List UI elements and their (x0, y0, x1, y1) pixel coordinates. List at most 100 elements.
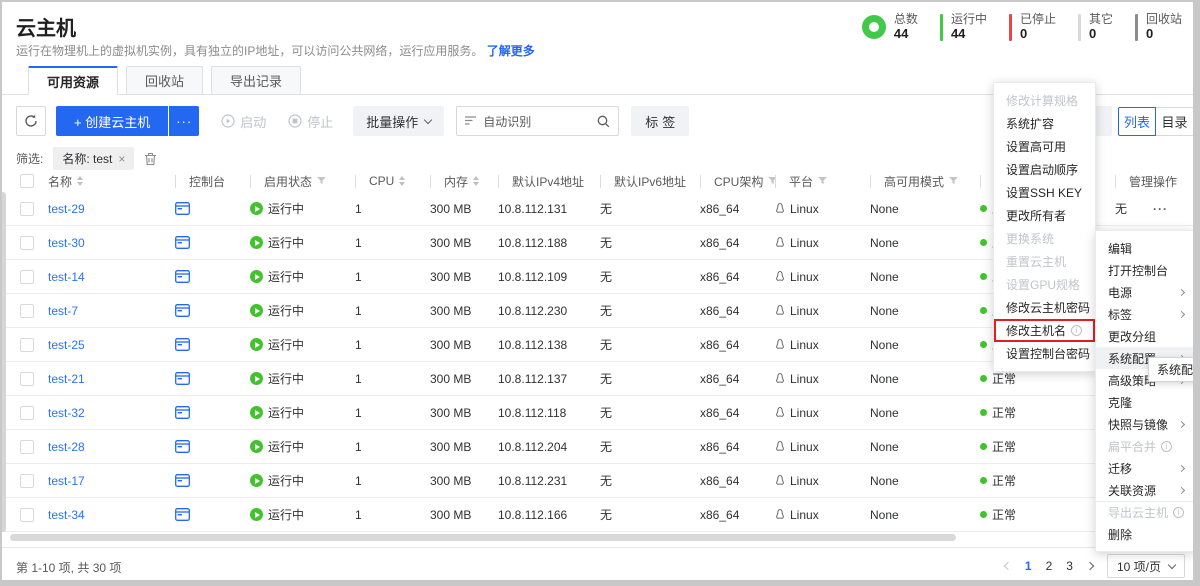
console-icon[interactable] (175, 304, 190, 317)
console-icon[interactable] (175, 270, 190, 283)
menu-item[interactable]: 电源 (1096, 281, 1194, 303)
page-number[interactable]: 3 (1066, 559, 1073, 573)
chip-close-icon[interactable]: × (118, 152, 125, 166)
batch-operations-button[interactable]: 批量操作 (353, 106, 444, 136)
menu-item-label: 删除 (1108, 526, 1132, 543)
column-memory[interactable]: 内存 (430, 173, 498, 190)
menu-item[interactable]: 设置高可用 (994, 135, 1095, 158)
row-checkbox[interactable] (20, 236, 34, 250)
normal-state-icon (980, 205, 987, 212)
menu-item[interactable]: 更改分组 (1096, 325, 1194, 347)
row-checkbox[interactable] (20, 304, 34, 318)
cpu-value: 1 (355, 474, 430, 488)
menu-item[interactable]: 打开控制台 (1096, 259, 1194, 281)
console-icon[interactable] (175, 508, 190, 521)
console-icon[interactable] (175, 372, 190, 385)
menu-item[interactable]: 修改计算规格 (994, 89, 1095, 112)
horizontal-scrollbar[interactable] (10, 534, 956, 541)
start-button[interactable]: 启动 (221, 112, 266, 131)
vm-name-link[interactable]: test-25 (48, 338, 85, 352)
create-more-button[interactable]: ··· (169, 106, 199, 136)
vm-name-link[interactable]: test-7 (48, 304, 78, 318)
console-icon[interactable] (175, 236, 190, 249)
column-enable-state[interactable]: 启用状态 (250, 173, 355, 190)
vm-name-link[interactable]: test-28 (48, 440, 85, 454)
search-icon[interactable] (597, 115, 610, 128)
tab[interactable]: 可用资源 (28, 66, 118, 94)
console-icon[interactable] (175, 474, 190, 487)
vm-name-link[interactable]: test-21 (48, 372, 85, 386)
learn-more-link[interactable]: 了解更多 (487, 44, 535, 58)
menu-item[interactable]: 标签 (1096, 303, 1194, 325)
vm-name-link[interactable]: test-30 (48, 236, 85, 250)
linux-penguin-icon (775, 373, 785, 384)
select-all-checkbox[interactable] (20, 174, 34, 188)
tab[interactable]: 导出记录 (211, 66, 301, 94)
menu-item[interactable]: 快照与镜像 (1096, 413, 1194, 435)
row-checkbox[interactable] (20, 270, 34, 284)
console-icon[interactable] (175, 440, 190, 453)
menu-item[interactable]: 删除 (1096, 523, 1194, 545)
page-number[interactable]: 1 (1025, 559, 1032, 573)
refresh-button[interactable] (16, 106, 46, 136)
create-vm-button[interactable]: + 创建云主机 (56, 106, 168, 136)
row-checkbox[interactable] (20, 338, 34, 352)
row-checkbox[interactable] (20, 202, 34, 216)
vm-name-link[interactable]: test-34 (48, 508, 85, 522)
menu-item[interactable]: 修改主机名 (994, 319, 1095, 342)
column-ha-mode[interactable]: 高可用模式 (870, 173, 980, 190)
console-icon[interactable] (175, 338, 190, 351)
tag-button[interactable]: 标签 (631, 106, 689, 136)
menu-item[interactable]: 设置控制台密码 (994, 342, 1095, 365)
menu-item[interactable]: 关联资源 (1096, 479, 1194, 501)
clear-filters-icon[interactable] (144, 152, 157, 166)
prev-page-icon[interactable] (1004, 562, 1012, 570)
menu-item[interactable]: 重置云主机 (994, 250, 1095, 273)
row-checkbox[interactable] (20, 474, 34, 488)
page-number[interactable]: 2 (1046, 559, 1053, 573)
menu-item[interactable]: 设置SSH KEY (994, 181, 1095, 204)
ha-mode-value: None (870, 406, 980, 420)
stop-button[interactable]: 停止 (288, 112, 333, 131)
menu-item[interactable]: 修改云主机密码 (994, 296, 1095, 319)
row-checkbox[interactable] (20, 440, 34, 454)
search-input[interactable] (483, 114, 590, 128)
menu-item[interactable]: 系统扩容 (994, 112, 1095, 135)
view-list-button[interactable]: 列表 (1118, 107, 1156, 136)
menu-item[interactable]: 设置GPU规格 (994, 273, 1095, 296)
row-checkbox[interactable] (20, 508, 34, 522)
column-cpu-arch[interactable]: CPU架构 (700, 173, 775, 190)
console-icon[interactable] (175, 406, 190, 419)
sort-icon[interactable] (399, 176, 405, 186)
menu-item[interactable]: 更改所有者 (994, 204, 1095, 227)
vm-name-link[interactable]: test-14 (48, 270, 85, 284)
sort-icon[interactable] (473, 176, 479, 186)
column-platform[interactable]: 平台 (775, 173, 870, 190)
search-box[interactable] (456, 106, 619, 136)
stat-label: 已停止 (1020, 12, 1056, 26)
menu-item[interactable]: 扁平合并 (1096, 435, 1194, 457)
menu-item[interactable]: 设置启动顺序 (994, 158, 1095, 181)
menu-item[interactable]: 迁移 (1096, 457, 1194, 479)
start-icon (221, 114, 235, 128)
menu-item[interactable]: 导出云主机 (1096, 501, 1194, 523)
tab[interactable]: 回收站 (126, 66, 203, 94)
row-checkbox[interactable] (20, 372, 34, 386)
console-icon[interactable] (175, 202, 190, 215)
view-directory-button[interactable]: 目录 (1156, 107, 1194, 136)
sort-icon[interactable] (77, 176, 83, 186)
vm-name-link[interactable]: test-29 (48, 202, 85, 216)
page-size-select[interactable]: 10 项/页 (1107, 554, 1185, 578)
next-page-icon[interactable] (1086, 562, 1094, 570)
column-name[interactable]: 名称 (48, 173, 175, 190)
menu-item[interactable]: 编辑 (1096, 237, 1194, 259)
column-cpu[interactable]: CPU (355, 174, 430, 188)
vm-name-link[interactable]: test-17 (48, 474, 85, 488)
menu-item[interactable]: 更换系统 (994, 227, 1095, 250)
vm-name-link[interactable]: test-32 (48, 406, 85, 420)
filter-chip[interactable]: 名称: test × (53, 147, 134, 170)
menu-item[interactable]: 克隆 (1096, 391, 1194, 413)
row-actions-button[interactable]: ··· (1153, 202, 1168, 216)
vertical-scrollbar[interactable] (0, 192, 6, 532)
row-checkbox[interactable] (20, 406, 34, 420)
